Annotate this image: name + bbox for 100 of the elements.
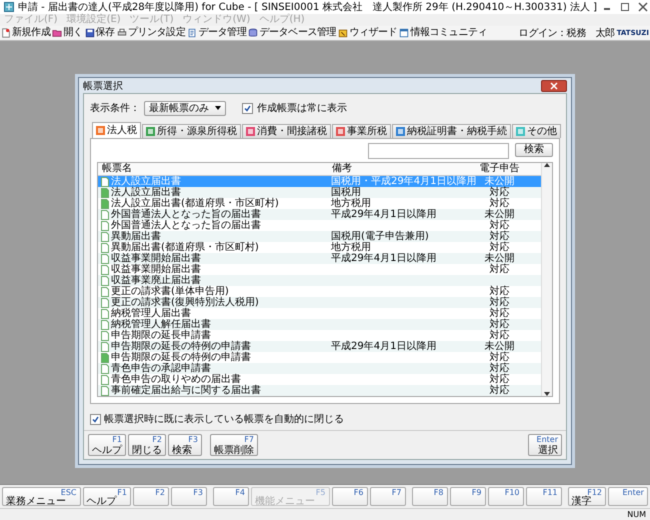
table-row[interactable]: 収益事業開始届出書 平成29年4月1日以降用 未公開 — [98, 253, 541, 264]
tab[interactable]: 事業所税 — [332, 124, 391, 138]
table-cell: 国税用(電子申告兼用) — [331, 231, 429, 242]
tab-icon — [246, 127, 255, 136]
table-row[interactable]: 納税管理人届出書 対応 — [98, 308, 541, 319]
select-button[interactable]: Enter 選択 — [528, 434, 562, 456]
table-cell: 収益事業廃止届出書 — [111, 275, 201, 286]
function-key[interactable]: F11 — [526, 487, 562, 506]
table-cell: 未公開 — [484, 341, 514, 352]
checkbox[interactable] — [90, 414, 101, 424]
tab[interactable]: 納税証明書・納税手続 — [392, 124, 511, 138]
toolbar-button[interactable]: 新規作成 — [1, 27, 50, 39]
caret-icon — [215, 106, 221, 110]
function-button[interactable]: F1 ヘルプ — [88, 434, 126, 456]
function-button[interactable]: F7 帳票削除 — [210, 434, 258, 456]
table-cell: 対応 — [490, 363, 510, 374]
function-key[interactable]: F12 漢字 — [568, 487, 606, 506]
table-cell: 未公開 — [484, 209, 514, 220]
table-row[interactable]: 外国普通法人となった旨の届出書 平成29年4月1日以降用 未公開 — [98, 209, 541, 220]
table-row[interactable]: 外国普通法人となった旨の届出書 対応 — [98, 220, 541, 231]
table-cell: 平成29年4月1日以降用 — [331, 341, 436, 352]
table-row[interactable]: 青色申告の取りやめの届出書 対応 — [98, 374, 541, 385]
table-row[interactable]: 法人設立届出書(都道府県・市区町村) 地方税用 対応 — [98, 198, 541, 209]
function-key[interactable]: ESC 業務メニュー — [2, 487, 80, 506]
function-key[interactable]: F10 — [488, 487, 524, 506]
table-cell: 対応 — [490, 242, 510, 253]
search-field[interactable] — [368, 143, 509, 159]
table-cell: 納税管理人解任届出書 — [111, 319, 211, 330]
function-key[interactable]: F9 — [450, 487, 486, 506]
close-button[interactable] — [541, 80, 567, 92]
tab[interactable]: 消費・間接諸税 — [242, 124, 331, 138]
toolbar-button[interactable]: 保存 — [84, 27, 115, 39]
table-cell: 対応 — [490, 352, 510, 363]
table-cell: 対応 — [490, 220, 510, 231]
maximize-icon[interactable] — [619, 2, 632, 12]
column-header[interactable]: 電子申告 — [458, 163, 541, 175]
table-row[interactable]: 申告期限の延長の特例の申請書 平成29年4月1日以降用 未公開 — [98, 341, 541, 352]
function-button[interactable]: F2 閉じる — [128, 434, 166, 456]
checkbox[interactable] — [242, 102, 253, 114]
table-row[interactable]: 異動届出書(都道府県・市区町村) 地方税用 対応 — [98, 242, 541, 253]
table-row[interactable]: 収益事業開始届出書 対応 — [98, 264, 541, 275]
function-key[interactable]: F7 — [370, 487, 406, 506]
table-cell: 地方税用 — [331, 198, 371, 209]
table-cell: 異動届出書 — [111, 231, 161, 242]
toolbar-button[interactable]: 開く — [52, 27, 83, 39]
table-cell: 対応 — [490, 286, 510, 297]
function-key[interactable]: Enter — [608, 487, 648, 506]
table-cell: 対応 — [490, 319, 510, 330]
tab[interactable]: その他 — [512, 124, 561, 138]
close-icon — [550, 82, 558, 90]
function-key[interactable]: F2 — [133, 487, 169, 506]
function-button[interactable]: F3 検索 — [168, 434, 202, 456]
tab-icon — [146, 127, 155, 136]
table-cell: 外国普通法人となった旨の届出書 — [111, 209, 261, 220]
table-row[interactable]: 青色申告の承認申請書 対応 — [98, 363, 541, 374]
table-cell: 対応 — [490, 231, 510, 242]
column-header[interactable]: 備考 — [328, 163, 458, 175]
tab[interactable]: 法人税 — [92, 122, 141, 138]
table-row[interactable]: 納税管理人解任届出書 対応 — [98, 319, 541, 330]
filter-dropdown[interactable]: 最新帳票のみ — [144, 100, 226, 116]
table-cell: 青色申告の取りやめの届出書 — [111, 374, 241, 385]
table-cell: 対応 — [490, 385, 510, 396]
table-row[interactable]: 更正の請求書(復興特別法人税用) 対応 — [98, 297, 541, 308]
database-icon — [248, 28, 258, 38]
function-key[interactable]: F3 — [171, 487, 207, 506]
function-key[interactable]: F8 — [412, 487, 448, 506]
table-cell: 申告期限の延長申請書 — [111, 330, 211, 341]
close-icon[interactable] — [637, 2, 650, 12]
search-button[interactable]: 検索 — [515, 143, 553, 157]
table-cell: 対応 — [490, 374, 510, 385]
checkbox-label: 作成帳票は常に表示 — [257, 102, 347, 115]
table-row[interactable]: 申告期限の延長の特例の申請書 対応 — [98, 352, 541, 363]
folder-icon — [52, 28, 62, 38]
table-cell: 収益事業開始届出書 — [111, 253, 201, 264]
tab[interactable]: 所得・源泉所得税 — [142, 124, 241, 138]
tab-icon — [96, 126, 105, 135]
scroll-up-icon — [544, 163, 550, 167]
table-cell: 申告期限の延長の特例の申請書 — [111, 352, 251, 363]
toolbar-button[interactable]: ウィザード — [338, 27, 398, 39]
table-row[interactable]: 異動届出書 国税用(電子申告兼用) 対応 — [98, 231, 541, 242]
table-row[interactable]: 事前確定届出給与に関する届出書 対応 — [98, 385, 541, 396]
function-key[interactable]: F6 — [332, 487, 368, 506]
table-row[interactable]: 法人設立届出書 国税用 対応 — [98, 187, 541, 198]
column-header[interactable]: 帳票名 — [98, 163, 328, 175]
table-row[interactable]: 収益事業廃止届出書 — [98, 275, 541, 286]
function-key[interactable]: F4 — [213, 487, 249, 506]
scrollbar[interactable] — [541, 163, 552, 396]
table-cell: 対応 — [490, 264, 510, 275]
table-cell: 対応 — [490, 330, 510, 341]
table-cell: 国税用・平成29年4月1日以降用 — [331, 176, 476, 187]
function-key[interactable]: F1 ヘルプ — [82, 487, 131, 506]
toolbar-button[interactable]: データ管理 — [187, 27, 246, 39]
toolbar-button[interactable]: プリンタ設定 — [116, 27, 186, 39]
table-row[interactable]: 更正の請求書(単体申告用) 対応 — [98, 286, 541, 297]
table-row[interactable]: 申告期限の延長申請書 対応 — [98, 330, 541, 341]
toolbar-button[interactable]: データベース管理 — [248, 27, 336, 39]
table-cell: 法人設立届出書(都道府県・市区町村) — [111, 198, 279, 209]
tab-icon — [396, 127, 405, 136]
toolbar-button[interactable]: 情報コミュニティ — [399, 27, 488, 39]
table-cell: 収益事業開始届出書 — [111, 264, 201, 275]
